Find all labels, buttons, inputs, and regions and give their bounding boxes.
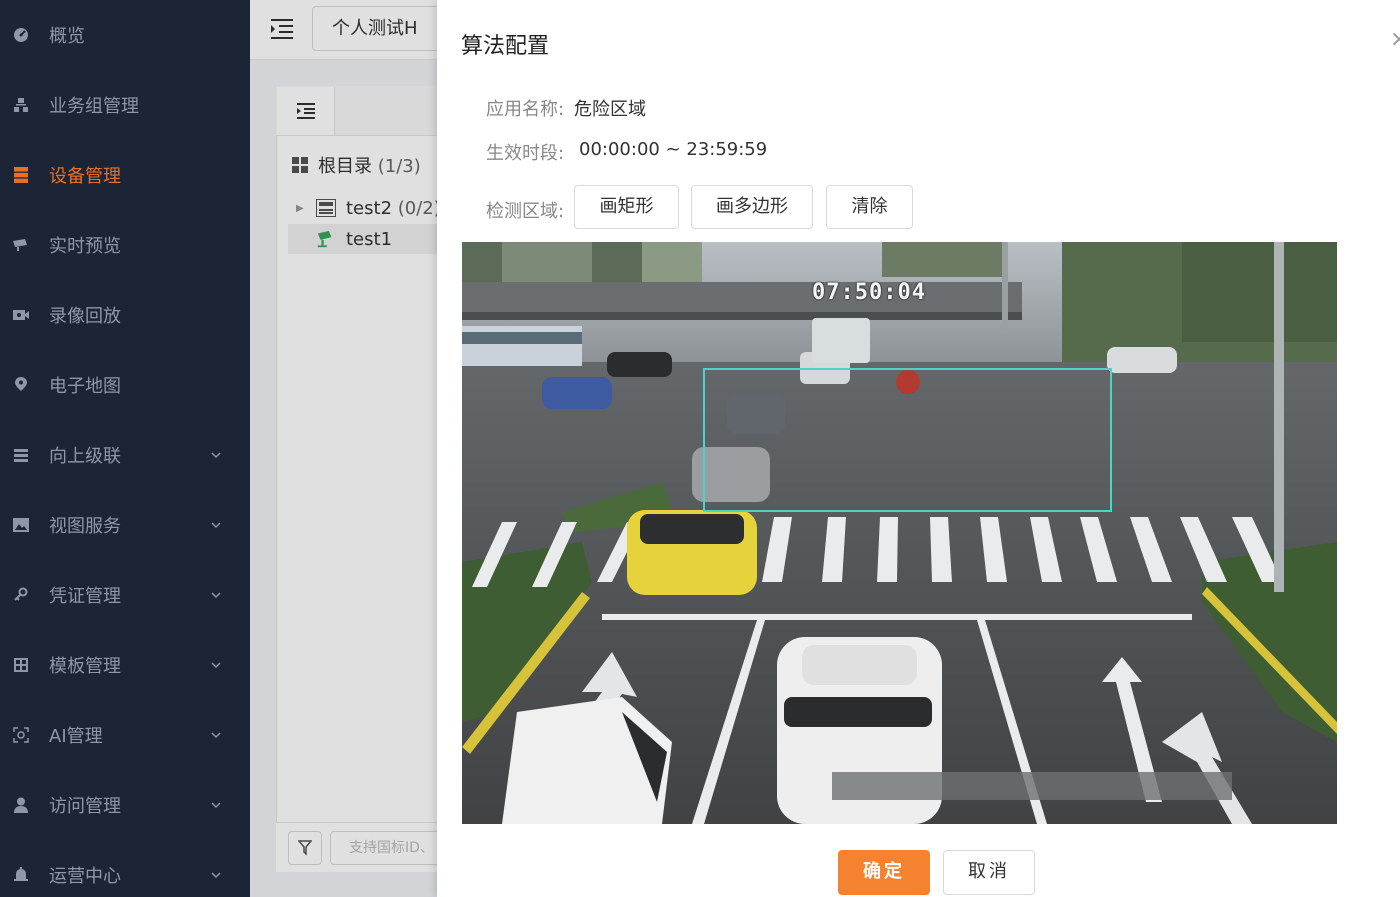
sidebar-item-label: 凭证管理: [49, 586, 121, 607]
cancel-button[interactable]: 取消: [943, 850, 1035, 895]
time-range-value: 00:00:00 ~ 23:59:59: [579, 139, 768, 160]
ai-icon: [12, 726, 30, 744]
video-icon: [12, 306, 30, 324]
chevron-down-icon: [211, 592, 221, 599]
sidebar-item-view-service[interactable]: 视图服务: [0, 490, 250, 560]
image-icon: [12, 516, 30, 534]
sidebar-item-label: 向上级联: [49, 446, 121, 467]
sidebar-item-label: 概览: [49, 26, 85, 47]
sidebar-item-label: 电子地图: [49, 376, 121, 397]
detection-region-label: 检测区域:: [486, 201, 565, 222]
bell-icon: [12, 866, 30, 884]
sidebar: 概览 业务组管理 设备管理 实时预览 录像回放 电子地图 向上级联 视图服务 凭…: [0, 0, 250, 897]
user-icon: [12, 796, 30, 814]
confirm-button[interactable]: 确定: [838, 850, 930, 895]
dashboard-icon: [12, 26, 30, 44]
dialog-title: 算法配置: [461, 34, 550, 59]
sidebar-item-label: 视图服务: [49, 516, 121, 537]
sidebar-item-label: 实时预览: [49, 236, 121, 257]
sidebar-item-label: 访问管理: [49, 796, 121, 817]
sidebar-item-cascade[interactable]: 向上级联: [0, 420, 250, 490]
close-icon[interactable]: ×: [1390, 27, 1400, 52]
sidebar-item-business-group[interactable]: 业务组管理: [0, 70, 250, 140]
chevron-down-icon: [211, 802, 221, 809]
app-name-value: 危险区域: [574, 99, 646, 120]
detection-region-rectangle[interactable]: [703, 368, 1112, 512]
sidebar-item-credential[interactable]: 凭证管理: [0, 560, 250, 630]
server-icon: [12, 166, 30, 184]
draw-rectangle-button[interactable]: 画矩形: [574, 185, 679, 229]
cascade-icon: [12, 446, 30, 464]
camera-icon: [12, 236, 30, 254]
sidebar-item-template[interactable]: 模板管理: [0, 630, 250, 700]
time-range-label: 生效时段:: [486, 143, 565, 164]
sidebar-item-label: 录像回放: [49, 306, 121, 327]
sidebar-item-label: 模板管理: [49, 656, 121, 677]
sidebar-item-live-preview[interactable]: 实时预览: [0, 210, 250, 280]
sitemap-icon: [12, 96, 30, 114]
grid-icon: [12, 656, 30, 674]
camera-timestamp: 07:50:04: [812, 280, 926, 305]
camera-frame[interactable]: 07:50:04: [462, 242, 1337, 824]
sidebar-item-electronic-map[interactable]: 电子地图: [0, 350, 250, 420]
chevron-down-icon: [211, 872, 221, 879]
sidebar-item-label: 业务组管理: [49, 96, 139, 117]
chevron-down-icon: [211, 662, 221, 669]
chevron-down-icon: [211, 522, 221, 529]
sidebar-item-operation-center[interactable]: 运营中心: [0, 840, 250, 897]
clear-button[interactable]: 清除: [826, 185, 913, 229]
camera-scene-image: [462, 242, 1337, 824]
chevron-down-icon: [211, 732, 221, 739]
sidebar-item-overview[interactable]: 概览: [0, 0, 250, 70]
sidebar-item-label: 设备管理: [49, 166, 121, 187]
key-icon: [12, 586, 30, 604]
sidebar-item-ai[interactable]: AI管理: [0, 700, 250, 770]
sidebar-item-label: AI管理: [49, 726, 103, 747]
sidebar-item-label: 运营中心: [49, 866, 121, 887]
chevron-down-icon: [211, 452, 221, 459]
sidebar-item-playback[interactable]: 录像回放: [0, 280, 250, 350]
sidebar-item-access[interactable]: 访问管理: [0, 770, 250, 840]
app-name-label: 应用名称:: [486, 99, 565, 120]
sidebar-item-device-management[interactable]: 设备管理: [0, 140, 250, 210]
draw-polygon-button[interactable]: 画多边形: [691, 185, 813, 229]
map-pin-icon: [12, 376, 30, 394]
